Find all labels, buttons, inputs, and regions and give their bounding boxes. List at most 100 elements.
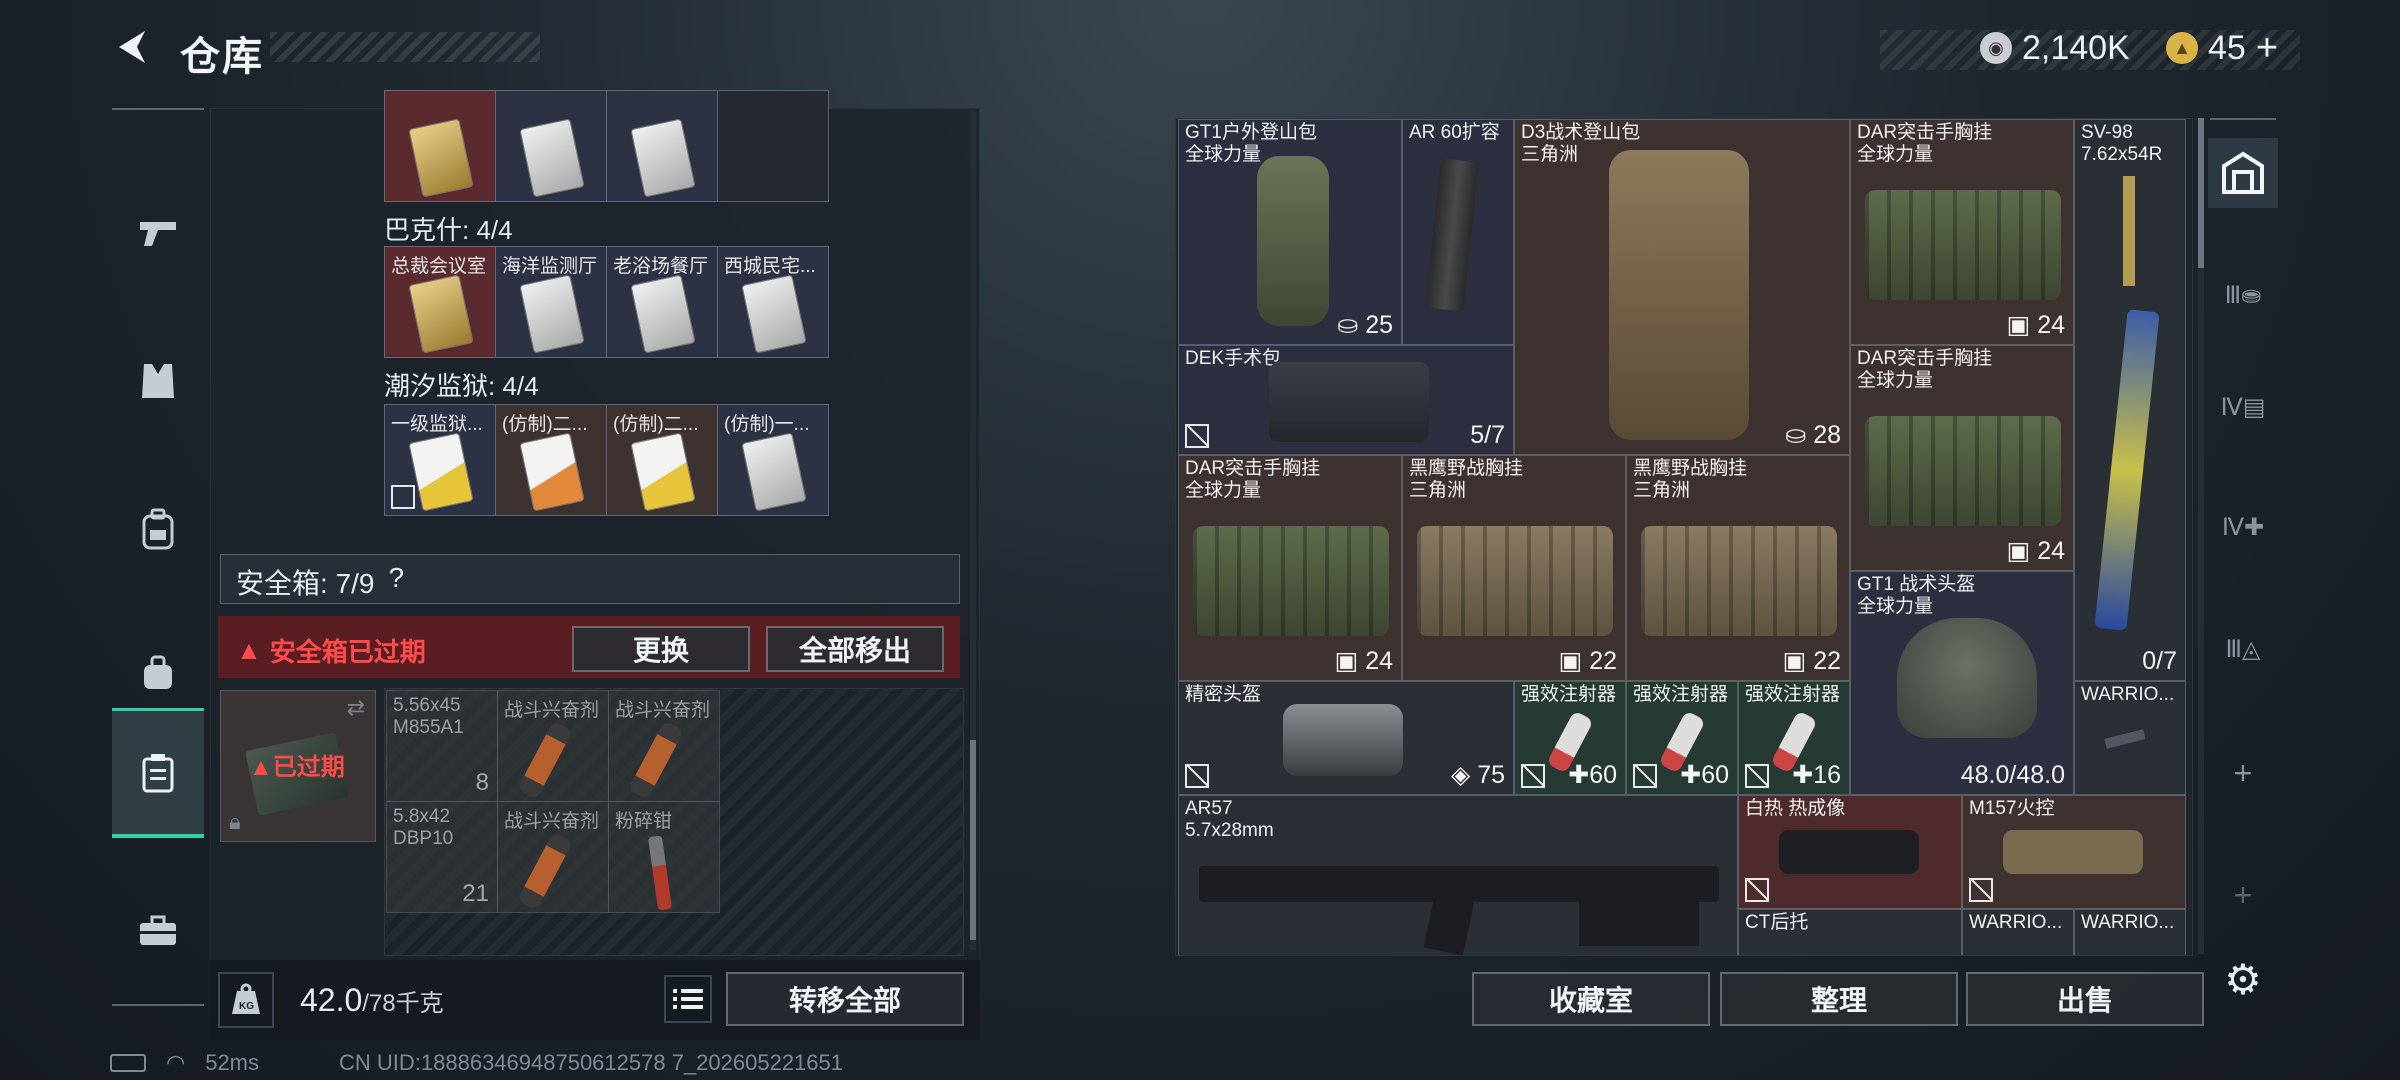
stash-item-heiying-rig-2[interactable]: 黑鹰野战胸挂 三角洲 ▣ 22	[1626, 455, 1850, 681]
no-take-icon	[1633, 764, 1657, 788]
help-icon[interactable]: ?	[388, 562, 404, 602]
weight-max: /78千克	[362, 990, 444, 1017]
swap-arrows-icon: ⇄	[346, 695, 365, 720]
safebox-label: 安全箱: 7/9	[236, 568, 375, 599]
back-button[interactable]	[108, 22, 158, 72]
item-durability: ◈ 75	[1451, 761, 1505, 789]
page-title: 仓库	[180, 35, 264, 79]
safebox-item[interactable]: 粉碎钳	[608, 801, 720, 913]
safebox-item[interactable]: 5.8x42 DBP10 21	[386, 801, 498, 913]
stash-item-ct-stock[interactable]: CT后托	[1738, 909, 1962, 955]
keycard-slot[interactable]: (仿制)一...	[717, 404, 829, 516]
keycard-slot[interactable]: 西城民宅...	[717, 246, 829, 358]
stash-item-precision-helmet[interactable]: 精密头盔 ◈ 75	[1178, 681, 1514, 795]
safebox-item[interactable]: 5.56x45 M855A1 8	[386, 690, 498, 802]
list-view-button[interactable]	[664, 975, 712, 1023]
keycard-image	[630, 118, 696, 198]
stash-item-dek-surgical[interactable]: DEK手术包 5/7	[1178, 345, 1514, 455]
stash-item-thermal-scope[interactable]: 白热 热成像	[1738, 795, 1962, 909]
stash-item-gt1-helmet[interactable]: GT1 战术头盔 全球力量 48.0/48.0	[1850, 571, 2074, 795]
stash-item-warrior-1[interactable]: WARRIO...	[2074, 681, 2186, 795]
stash-tabs: Ⅲ⛂ Ⅳ▤ Ⅳ✚ Ⅲ◬ + + ⚙	[2198, 118, 2288, 1038]
tab-iii-icon: Ⅲ⛂	[2224, 281, 2262, 309]
stash-item-dar-rig-2[interactable]: DAR突击手胸挂 全球力量 ▣ 24	[1850, 345, 2074, 571]
settings-button[interactable]: ⚙	[2208, 944, 2278, 1014]
stash-item-heiying-rig-1[interactable]: 黑鹰野战胸挂 三角洲 ▣ 22	[1402, 455, 1626, 681]
tab-stash-4[interactable]: Ⅳ▤	[2208, 372, 2278, 442]
tab-iv-icon: Ⅳ▤	[2220, 393, 2266, 421]
keycard-slot[interactable]	[495, 90, 607, 202]
safebox-item[interactable]: 战斗兴奋剂	[497, 690, 609, 802]
nav-toolbox[interactable]	[112, 866, 204, 996]
tab-stash-4-plus[interactable]: Ⅳ✚	[2208, 492, 2278, 562]
add-tab-icon: +	[2233, 876, 2253, 913]
keycard-image	[408, 118, 474, 198]
no-take-icon	[1969, 878, 1993, 902]
stash-item-dar-rig-1[interactable]: DAR突击手胸挂 全球力量 ▣ 24	[1850, 119, 2074, 345]
item-count: ▣ 22	[1558, 647, 1617, 675]
nav-safebox[interactable]	[112, 708, 204, 838]
gear-icon: ⚙	[2224, 955, 2262, 1003]
sort-button[interactable]: 整理	[1720, 972, 1958, 1026]
item-count: ▣ 22	[1782, 647, 1841, 675]
keycard-image	[741, 432, 807, 512]
silver-currency[interactable]: ◉ 2,140K	[1980, 26, 2130, 70]
tab-add-1[interactable]: +	[2208, 738, 2278, 808]
stash-item-m157[interactable]: M157火控	[1962, 795, 2186, 909]
safebox-item[interactable]: 战斗兴奋剂	[497, 801, 609, 913]
gold-currency[interactable]: ▲ 45 +	[2166, 26, 2278, 70]
keycard-slot[interactable]	[384, 90, 496, 202]
keycard-image	[630, 274, 696, 354]
battery-icon	[110, 1054, 146, 1072]
transfer-all-button[interactable]: 转移全部	[726, 972, 964, 1026]
tab-main-stash[interactable]	[2208, 138, 2278, 208]
gold-add-icon[interactable]: +	[2256, 27, 2278, 70]
weight-icon: KG	[218, 972, 274, 1028]
no-take-icon	[391, 485, 415, 509]
stash-item-ar60-mag[interactable]: AR 60扩容	[1402, 119, 1514, 345]
collection-room-button[interactable]: 收藏室	[1472, 972, 1710, 1026]
item-count: ▣ 24	[2006, 311, 2065, 339]
keycard-row-top	[384, 90, 829, 202]
stash-item-sv98[interactable]: SV-98 7.62x54R 0/7	[2074, 119, 2186, 681]
medkit-image	[1269, 362, 1429, 442]
stash-item-d3-backpack[interactable]: D3战术登山包 三角洲 ⛀ 28	[1514, 119, 1850, 455]
cutter-image	[647, 835, 673, 911]
keycard-slot[interactable]: 总裁会议室	[384, 246, 496, 358]
keycard-slot[interactable]: 一级监狱...	[384, 404, 496, 516]
keycard-slot[interactable]	[606, 90, 718, 202]
stash-item-injector-2[interactable]: 强效注射器 ✚60	[1626, 681, 1738, 795]
item-count: ✚60	[1568, 761, 1617, 789]
swap-button[interactable]: 更换	[572, 626, 750, 672]
rig-image	[1865, 190, 2061, 300]
keycard-slot[interactable]: (仿制)二...	[606, 404, 718, 516]
item-count: ✚16	[1792, 761, 1841, 789]
remove-all-button[interactable]: 全部移出	[766, 626, 944, 672]
stash-item-ar57[interactable]: AR57 5.7x28mm	[1178, 795, 1738, 955]
nav-weapons[interactable]	[112, 168, 204, 298]
stash-item-warrior-3[interactable]: WARRIO...	[2074, 909, 2186, 955]
item-count: ⛀ 28	[1785, 421, 1841, 449]
safebox-container[interactable]: ▲已过期 ⇄ 🔒︎	[220, 690, 376, 842]
safebox-item[interactable]: 战斗兴奋剂	[608, 690, 720, 802]
svg-text:KG: KG	[239, 1001, 254, 1012]
keycard-slot[interactable]: (仿制)二...	[495, 404, 607, 516]
pistol-icon	[140, 222, 176, 246]
nav-vest[interactable]	[112, 316, 204, 446]
stash-item-gt1-backpack[interactable]: GT1户外登山包 全球力量 ⛀ 25	[1178, 119, 1402, 345]
stash-item-warrior-2[interactable]: WARRIO...	[1962, 909, 2074, 955]
left-scrollbar[interactable]	[970, 110, 976, 950]
nav-backpack[interactable]	[112, 464, 204, 594]
stash-item-injector-3[interactable]: 强效注射器 ✚16	[1738, 681, 1850, 795]
sell-button[interactable]: 出售	[1966, 972, 2204, 1026]
bag-image	[1283, 704, 1403, 776]
tab-stash-3[interactable]: Ⅲ⛂	[2208, 260, 2278, 330]
stash-item-injector-1[interactable]: 强效注射器 ✚60	[1514, 681, 1626, 795]
stash-item-dar-rig-3[interactable]: DAR突击手胸挂 全球力量 ▣ 24	[1178, 455, 1402, 681]
keycard-slot-empty[interactable]	[717, 90, 829, 202]
tab-add-2[interactable]: +	[2208, 860, 2278, 930]
keycard-slot[interactable]: 老浴场餐厅	[606, 246, 718, 358]
tab-stash-3b[interactable]: Ⅲ◬	[2208, 614, 2278, 684]
warning-icon: ▲	[236, 635, 262, 665]
keycard-slot[interactable]: 海洋监测厅	[495, 246, 607, 358]
